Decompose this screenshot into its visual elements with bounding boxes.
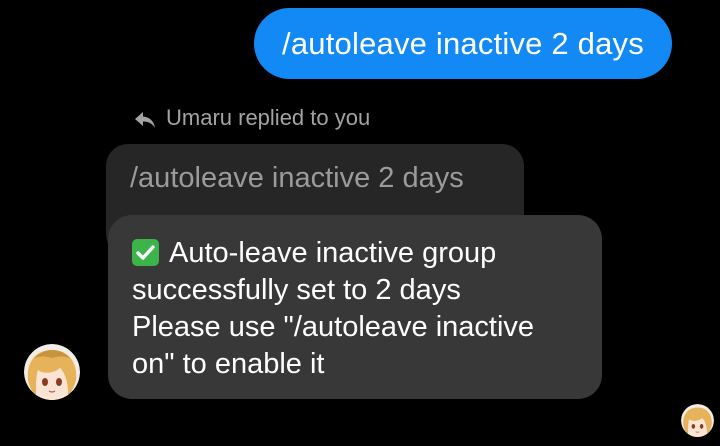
incoming-line-2: successfully set to 2 days (132, 274, 461, 306)
quoted-message-text: /autoleave inactive 2 days (130, 162, 464, 194)
incoming-message-text: Auto-leave inactive group successfully s… (132, 235, 534, 383)
reply-arrow-icon (134, 109, 156, 128)
read-receipt-avatar (681, 404, 714, 437)
reply-header: Umaru replied to you (134, 103, 370, 133)
incoming-line-3: Please use "/autoleave inactive (132, 311, 535, 343)
incoming-message-bubble[interactable]: Auto-leave inactive group successfully s… (108, 215, 602, 399)
sender-avatar[interactable] (24, 344, 80, 400)
incoming-line-4: on" to enable it (132, 348, 325, 380)
chat-screen: /autoleave inactive 2 days Umaru replied… (0, 0, 720, 446)
outgoing-message-bubble[interactable]: /autoleave inactive 2 days (254, 8, 672, 79)
outgoing-message-text: /autoleave inactive 2 days (282, 26, 644, 61)
reply-header-label: Umaru replied to you (166, 105, 371, 130)
incoming-message-line: Auto-leave inactive group (132, 235, 534, 272)
incoming-line-1: Auto-leave inactive group (169, 237, 497, 269)
green-checkmark-icon (132, 239, 159, 266)
